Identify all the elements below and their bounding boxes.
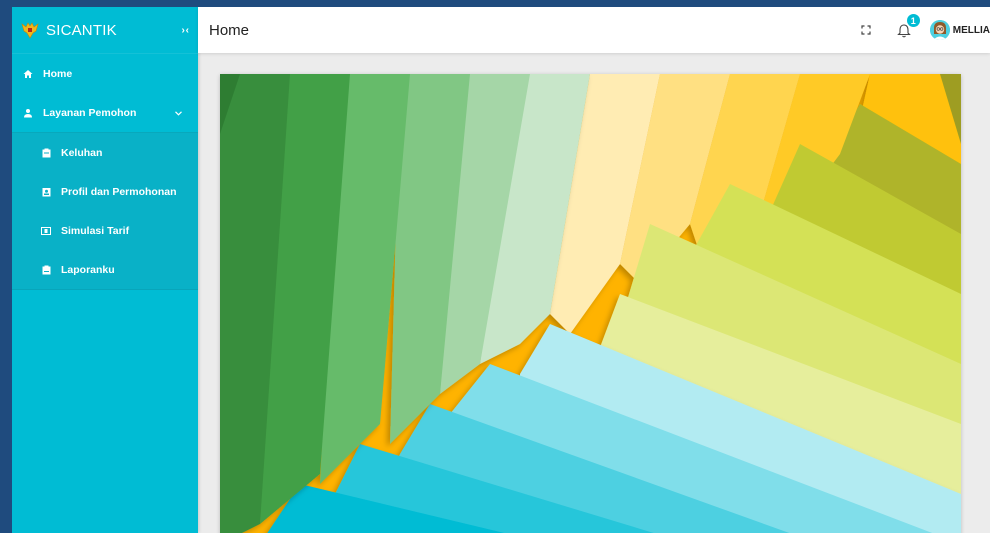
avatar[interactable] [929, 20, 950, 40]
report-icon [39, 263, 53, 277]
sidebar-item-home[interactable]: Home [12, 54, 198, 93]
sidebar-item-layanan-pemohon[interactable]: Layanan Pemohon [12, 93, 198, 132]
sidebar-item-keluhan[interactable]: Keluhan [12, 133, 198, 172]
sidebar-item-label: Profil dan Permohonan [61, 185, 177, 198]
money-icon [39, 224, 53, 238]
header-actions: 1 MELLIA [856, 7, 990, 53]
home-banner-card [220, 74, 961, 533]
page-title: Home [209, 21, 250, 39]
sidebar-item-label: Keluhan [61, 146, 103, 159]
user-name[interactable]: MELLIA [953, 25, 990, 36]
sidebar-item-profil-permohonan[interactable]: Profil dan Permohonan [12, 172, 198, 211]
sidebar-item-label: Home [43, 67, 73, 80]
app-window: SICANTIK › ‹ Home Layanan Pemohon Keluha… [12, 7, 990, 533]
user-icon [21, 106, 35, 120]
home-icon [21, 67, 35, 81]
submenu-layanan-pemohon: Keluhan Profil dan Permohonan Simulasi T… [12, 132, 198, 290]
material-background-image [220, 74, 961, 533]
brand: SICANTIK › ‹ [12, 7, 198, 54]
top-header: Home 1 MELLIA [198, 7, 990, 53]
notification-badge: 1 [906, 14, 920, 27]
brand-title: SICANTIK [46, 21, 117, 39]
notifications-button[interactable]: 1 [894, 14, 920, 40]
sidebar-item-laporanku[interactable]: Laporanku [12, 250, 198, 289]
clipboard-icon [39, 146, 53, 160]
sidebar-item-simulasi-tarif[interactable]: Simulasi Tarif [12, 211, 198, 250]
id-card-icon [39, 185, 53, 199]
sidebar-toggle-icon[interactable]: › ‹ [182, 25, 190, 36]
sidebar: SICANTIK › ‹ Home Layanan Pemohon Keluha… [12, 7, 198, 533]
sidebar-item-label: Layanan Pemohon [43, 106, 137, 119]
garuda-logo-icon [20, 20, 40, 40]
fullscreen-icon[interactable] [856, 20, 876, 40]
chevron-down-icon [175, 108, 182, 118]
sidebar-item-label: Simulasi Tarif [61, 224, 130, 237]
sidebar-item-label: Laporanku [61, 263, 115, 276]
main-content [198, 53, 990, 533]
